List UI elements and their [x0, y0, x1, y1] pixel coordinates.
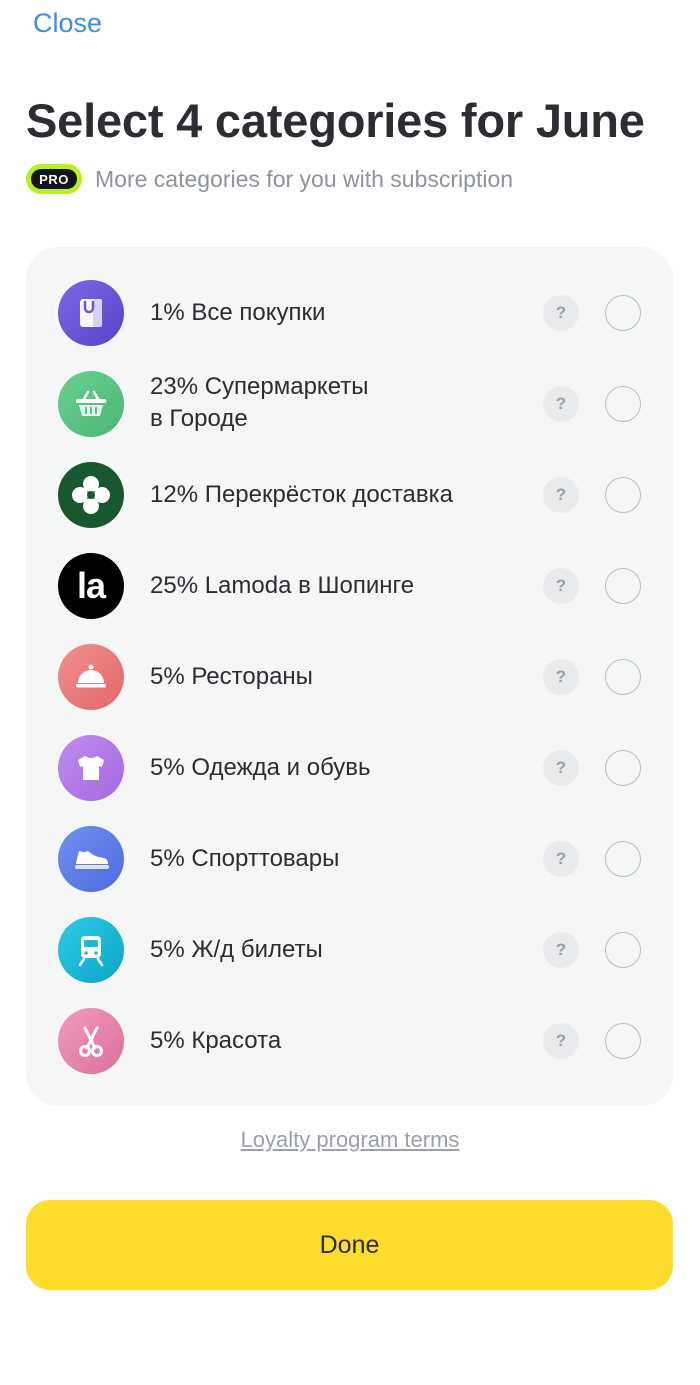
- category-radio[interactable]: [605, 477, 641, 513]
- category-label: 23% Супермаркеты в Городе: [150, 373, 369, 432]
- category-label: 5% Одежда и обувь: [150, 754, 371, 781]
- category-label: 25% Lamoda в Шопинге: [150, 572, 415, 599]
- shopping-bag-icon: [58, 280, 124, 346]
- pro-badge-label: PRO: [31, 169, 77, 189]
- category-help-button[interactable]: ?: [543, 659, 579, 695]
- category-radio[interactable]: [605, 932, 641, 968]
- page-title: Select 4 categories for June: [26, 94, 645, 147]
- perekrestok-logo-icon: [58, 462, 124, 528]
- category-row[interactable]: la 25% Lamoda в Шопинге ?: [26, 540, 673, 631]
- subscription-note: PRO More categories for you with subscri…: [26, 164, 513, 194]
- category-help-button[interactable]: ?: [543, 1023, 579, 1059]
- category-help-button[interactable]: ?: [543, 477, 579, 513]
- category-label: 5% Спорттовары: [150, 845, 340, 872]
- tshirt-icon: [58, 735, 124, 801]
- category-row[interactable]: 1% Все покупки ?: [26, 267, 673, 358]
- category-label: 5% Ж/д билеты: [150, 936, 323, 963]
- category-radio[interactable]: [605, 750, 641, 786]
- done-button[interactable]: Done: [26, 1200, 673, 1290]
- cloche-icon: [58, 644, 124, 710]
- category-help-button[interactable]: ?: [543, 841, 579, 877]
- category-radio[interactable]: [605, 386, 641, 422]
- subtitle: More categories for you with subscriptio…: [95, 165, 514, 192]
- category-radio[interactable]: [605, 841, 641, 877]
- category-list: 1% Все покупки ? 23% Супермаркеты в Горо…: [26, 247, 673, 1106]
- category-label: 12% Перекрёсток доставка: [150, 481, 453, 508]
- sneaker-icon: [58, 826, 124, 892]
- category-help-button[interactable]: ?: [543, 932, 579, 968]
- category-label: 5% Красота: [150, 1027, 282, 1054]
- pro-badge: PRO: [26, 164, 82, 194]
- category-row[interactable]: 5% Рестораны ?: [26, 631, 673, 722]
- category-row[interactable]: 12% Перекрёсток доставка ?: [26, 449, 673, 540]
- lamoda-logo-text: la: [76, 565, 106, 606]
- category-help-button[interactable]: ?: [543, 386, 579, 422]
- loyalty-terms-link[interactable]: Loyalty program terms: [0, 1127, 700, 1153]
- scissors-icon: [58, 1008, 124, 1074]
- category-row[interactable]: 5% Ж/д билеты ?: [26, 904, 673, 995]
- category-radio[interactable]: [605, 568, 641, 604]
- category-row[interactable]: 5% Красота ?: [26, 995, 673, 1086]
- category-label: 5% Рестораны: [150, 663, 313, 690]
- basket-icon: [58, 371, 124, 437]
- category-label: 1% Все покупки: [150, 299, 326, 326]
- category-row[interactable]: 23% Супермаркеты в Городе ?: [26, 358, 673, 449]
- train-icon: [58, 917, 124, 983]
- category-radio[interactable]: [605, 1023, 641, 1059]
- category-help-button[interactable]: ?: [543, 568, 579, 604]
- close-button[interactable]: Close: [33, 8, 102, 39]
- category-radio[interactable]: [605, 295, 641, 331]
- category-row[interactable]: 5% Спорттовары ?: [26, 813, 673, 904]
- category-row[interactable]: 5% Одежда и обувь ?: [26, 722, 673, 813]
- category-radio[interactable]: [605, 659, 641, 695]
- lamoda-logo-icon: la: [58, 553, 124, 619]
- category-help-button[interactable]: ?: [543, 750, 579, 786]
- category-help-button[interactable]: ?: [543, 295, 579, 331]
